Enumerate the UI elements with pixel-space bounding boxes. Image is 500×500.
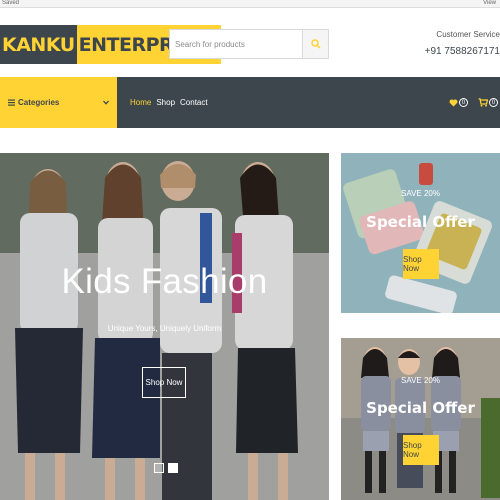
offer-1-title: Special Offer	[366, 213, 475, 231]
categories-label: Categories	[18, 98, 60, 107]
nav-shop-link[interactable]: Shop	[156, 98, 175, 107]
lunchbox-image	[341, 153, 500, 313]
carousel-dot-2[interactable]	[168, 463, 178, 473]
hero-shop-now-button[interactable]: Shop Now	[142, 367, 186, 398]
customer-service-title: Customer Service	[436, 30, 500, 39]
wishlist-button[interactable]: 0	[449, 98, 468, 107]
hero-carousel[interactable]: Kids Fashion Unique Yours, Uniquely Unif…	[0, 153, 329, 500]
main-navbar: Categories Home Shop Contact 0 0	[0, 77, 500, 128]
carousel-dot-1[interactable]	[154, 463, 164, 473]
offer-2-save-text: SAVE 20%	[401, 376, 440, 385]
browser-view-text: View	[483, 0, 496, 6]
logo-part-kanku: KANKU	[0, 25, 77, 64]
offer-card-lunchbox[interactable]: SAVE 20% Special Offer Shop Now	[341, 153, 500, 313]
nav-contact-link[interactable]: Contact	[180, 98, 208, 107]
wishlist-count-badge: 0	[459, 98, 468, 107]
heart-icon	[449, 99, 458, 107]
cart-button[interactable]: 0	[478, 98, 498, 107]
hero-subtitle: Unique Yours, Uniquely Uniform	[107, 324, 222, 333]
categories-dropdown[interactable]: Categories	[0, 77, 117, 128]
offer-card-uniforms[interactable]: SAVE 20% Special Offer Shop Now	[341, 338, 500, 500]
kids-uniform-image	[341, 338, 500, 500]
offer-1-save-text: SAVE 20%	[401, 189, 440, 198]
nav-icons: 0 0	[449, 77, 498, 128]
search-icon	[310, 39, 321, 49]
cart-count-badge: 0	[489, 98, 498, 107]
offer-2-title: Special Offer	[366, 399, 475, 417]
search-input[interactable]	[170, 30, 302, 58]
site-logo[interactable]: KANKU ENTERPRISES	[0, 25, 221, 64]
hero-title: Kids Fashion	[61, 262, 268, 301]
chevron-down-icon	[103, 100, 109, 105]
nav-menu: Home Shop Contact	[130, 77, 208, 128]
search-button[interactable]	[302, 30, 328, 58]
offer-1-shop-now-button[interactable]: Shop Now	[403, 249, 439, 279]
search-bar	[169, 29, 329, 59]
carousel-indicators	[154, 463, 178, 473]
browser-saved-text: Saved	[2, 0, 20, 6]
nav-home-link[interactable]: Home	[130, 98, 151, 107]
offer-2-shop-now-button[interactable]: Shop Now	[403, 435, 439, 465]
customer-service-phone: +91 7588267171	[424, 46, 500, 57]
browser-top-strip: Saved View	[0, 0, 500, 8]
cart-icon	[478, 98, 488, 107]
hamburger-icon	[8, 99, 15, 106]
customer-service: Customer Service +91 7588267171	[410, 30, 500, 57]
